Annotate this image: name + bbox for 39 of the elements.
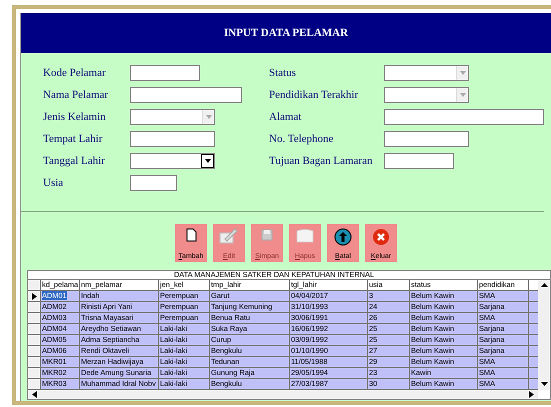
text-field[interactable] (130, 131, 215, 147)
text-field[interactable] (130, 65, 200, 81)
field-label: Tujuan Bagan Lamaran (269, 155, 374, 167)
scroll-down-icon[interactable] (540, 382, 548, 387)
field-label: Usia (43, 177, 64, 189)
field-label: No. Telephone (269, 133, 334, 145)
dropdown-caret-icon (206, 115, 212, 119)
pencil-paper-icon (219, 228, 239, 244)
dropdown-caret-icon (460, 71, 466, 75)
current-row-icon (32, 292, 36, 300)
dropdown-field[interactable] (384, 65, 469, 81)
text-field[interactable] (384, 153, 454, 169)
scroll-right-icon[interactable] (529, 391, 534, 398)
blank-page-icon (295, 228, 315, 244)
text-field[interactable] (384, 131, 469, 147)
vertical-scrollbar[interactable] (538, 280, 550, 390)
field-label: Tanggal Lahir (43, 155, 106, 167)
form-title: INPUT DATA PELAMAR (224, 27, 348, 39)
dropdown-field[interactable] (384, 87, 469, 103)
dropdown-caret-icon (460, 93, 466, 97)
document-icon (184, 228, 198, 242)
text-field[interactable] (384, 109, 544, 125)
row-indicator[interactable] (28, 291, 41, 301)
field-label: Tempat Lahir (43, 133, 104, 145)
dropdown-caret-icon (204, 159, 210, 163)
field-label: Nama Pelamar (43, 89, 110, 101)
dropdown-field[interactable] (130, 109, 215, 125)
horizontal-scrollbar[interactable] (28, 390, 538, 399)
field-label: Kode Pelamar (43, 67, 107, 79)
field-label: Status (269, 67, 297, 79)
field-label: Alamat (269, 111, 302, 123)
field-label: Pendidikan Terakhir (269, 89, 360, 101)
text-field[interactable] (130, 175, 177, 191)
scroll-up-icon[interactable] (540, 283, 548, 288)
date-field[interactable] (130, 153, 215, 169)
scroll-left-icon[interactable] (32, 391, 37, 398)
close-icon (372, 228, 390, 246)
text-field[interactable] (130, 87, 242, 103)
field-label: Jenis Kelamin (43, 111, 107, 123)
